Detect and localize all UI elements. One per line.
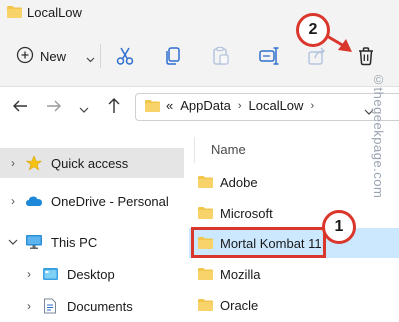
chevron-right-icon[interactable]: › (3, 156, 23, 170)
up-arrow-icon[interactable] (106, 97, 122, 119)
nav-item-quick-access[interactable]: › Quick access (0, 148, 184, 178)
file-name: Oracle (220, 297, 259, 313)
column-divider (194, 137, 195, 163)
folder-icon (197, 267, 214, 281)
file-name: Microsoft (220, 205, 273, 221)
back-arrow-icon[interactable] (12, 98, 28, 119)
breadcrumb-locallow[interactable]: LocalLow (249, 98, 304, 113)
address-bar[interactable]: « AppData › LocalLow › (135, 93, 399, 121)
nav-label: OneDrive - Personal (51, 193, 169, 209)
copy-icon[interactable] (162, 45, 184, 67)
recent-chevron-icon[interactable] (79, 101, 89, 119)
list-item-oracle[interactable]: Oracle (189, 290, 399, 320)
monitor-icon (23, 234, 45, 250)
paste-icon[interactable] (210, 45, 232, 67)
chevron-right-icon[interactable]: › (3, 194, 23, 208)
file-name: Mozilla (220, 266, 261, 282)
nav-label: Desktop (67, 266, 115, 282)
nav-item-desktop[interactable]: › Desktop (0, 259, 184, 289)
star-icon (23, 155, 45, 171)
chevron-right-icon[interactable]: › (310, 100, 314, 112)
list-item-microsoft[interactable]: Microsoft (189, 198, 399, 228)
cut-icon[interactable] (114, 45, 136, 67)
step-badge-1: 1 (322, 210, 356, 244)
watermark: ©thegeekpage.com (371, 72, 386, 199)
window-title: LocalLow (27, 5, 82, 20)
chevron-right-icon[interactable]: › (19, 267, 39, 281)
navigation-pane: › Quick access › OneDrive - Personal Thi… (0, 140, 188, 322)
nav-item-documents[interactable]: › Documents (0, 291, 184, 321)
address-row: « AppData › LocalLow › (0, 86, 399, 126)
folder-icon (197, 206, 214, 220)
list-item-adobe[interactable]: Adobe (189, 167, 399, 197)
cloud-icon (23, 195, 45, 207)
selection-highlight-box (191, 227, 326, 258)
nav-label: Documents (67, 298, 133, 314)
toolbar-separator (100, 44, 101, 68)
nav-item-this-pc[interactable]: This PC (0, 227, 184, 257)
new-button-label: New (40, 48, 67, 64)
title-bar: LocalLow (0, 0, 399, 28)
nav-label: Quick access (51, 155, 129, 171)
folder-icon (197, 175, 214, 189)
desktop-icon (39, 267, 61, 281)
column-header-name[interactable]: Name (211, 142, 246, 157)
file-name: Adobe (220, 174, 258, 190)
chevron-right-icon[interactable]: › (238, 100, 242, 112)
plus-circle-icon (16, 46, 34, 67)
breadcrumb-appdata[interactable]: AppData (180, 98, 231, 113)
folder-icon (144, 99, 161, 118)
nav-label: This PC (51, 234, 98, 250)
chevron-down-icon[interactable] (3, 235, 23, 249)
step-badge-2: 2 (296, 13, 330, 47)
breadcrumb: « AppData › LocalLow › (166, 98, 314, 113)
nav-item-onedrive[interactable]: › OneDrive - Personal (0, 186, 184, 216)
delete-icon[interactable] (355, 45, 377, 67)
chevron-right-icon[interactable]: › (19, 299, 39, 313)
rename-icon[interactable] (258, 45, 280, 67)
forward-arrow-icon[interactable] (46, 98, 62, 119)
new-button[interactable]: New (16, 42, 66, 70)
list-item-mozilla[interactable]: Mozilla (189, 259, 399, 289)
folder-icon (6, 5, 23, 24)
documents-icon (39, 298, 61, 314)
folder-icon (197, 298, 214, 312)
breadcrumb-overflow[interactable]: « (166, 98, 173, 113)
chevron-down-icon[interactable] (86, 50, 95, 68)
